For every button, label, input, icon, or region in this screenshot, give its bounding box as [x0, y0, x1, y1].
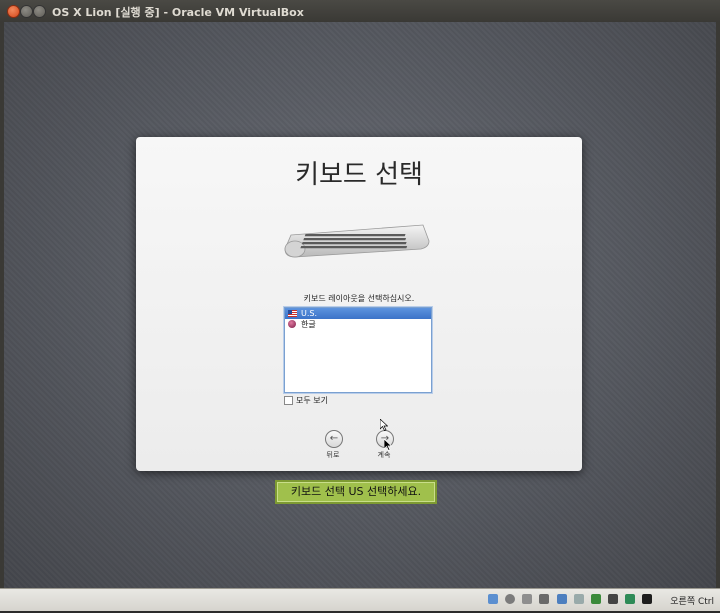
host-key-label: 오른쪽 Ctrl: [670, 597, 714, 607]
usb-icon[interactable]: [522, 594, 533, 604]
back-label: 뒤로: [326, 451, 340, 459]
layout-item-us[interactable]: U.S.: [285, 308, 431, 319]
annotation-label: 키보드 선택 US 선택하세요.: [275, 480, 437, 504]
minimize-window-button[interactable]: [20, 5, 33, 18]
window-title: OS X Lion [실행 중] - Oracle VM VirtualBox: [52, 6, 304, 19]
arrow-left-icon: ←: [329, 433, 339, 444]
display-icon[interactable]: [573, 594, 584, 604]
show-all-label: 모두 보기: [296, 396, 328, 405]
us-flag-icon: [288, 310, 297, 317]
device-status-icons: [486, 594, 652, 606]
mouse-cursor-icon: [380, 419, 388, 431]
continue-label: 계속: [377, 451, 391, 459]
page-title: 키보드 선택: [295, 160, 423, 190]
korea-flag-icon: [288, 320, 296, 328]
layout-item-korean[interactable]: 한글: [285, 319, 431, 330]
layout-item-label: U.S.: [301, 309, 318, 318]
instruction-text: 키보드 레이아웃을 선택하십시오.: [303, 294, 415, 303]
recording-icon[interactable]: [590, 594, 601, 604]
host-key-icon: [642, 594, 652, 604]
network-icon[interactable]: [556, 594, 567, 604]
close-window-button[interactable]: [7, 5, 20, 18]
layout-item-label: 한글: [301, 320, 316, 329]
virtualization-icon[interactable]: [607, 594, 618, 604]
maximize-window-button[interactable]: [33, 5, 46, 18]
keyboard-icon: [284, 224, 430, 258]
mouse-integration-icon[interactable]: [624, 594, 635, 604]
installer-panel: 키보드 선택 키보드 레이아웃을 선택하십시오. U.S. 한글 모두 보기 ←…: [136, 137, 582, 471]
statusbar: 오른쪽 Ctrl: [0, 588, 720, 611]
shared-folder-icon[interactable]: [539, 594, 550, 604]
back-button[interactable]: ←: [325, 430, 343, 448]
window-border-right: [716, 22, 720, 588]
harddisk-icon[interactable]: [488, 594, 499, 604]
mouse-cursor-icon: [384, 439, 392, 451]
window-titlebar: OS X Lion [실행 중] - Oracle VM VirtualBox: [0, 0, 720, 23]
show-all-checkbox-row[interactable]: 모두 보기: [284, 395, 328, 406]
show-all-checkbox[interactable]: [284, 396, 293, 405]
keyboard-layout-list[interactable]: U.S. 한글: [284, 307, 432, 393]
optical-drive-icon[interactable]: [505, 594, 516, 604]
